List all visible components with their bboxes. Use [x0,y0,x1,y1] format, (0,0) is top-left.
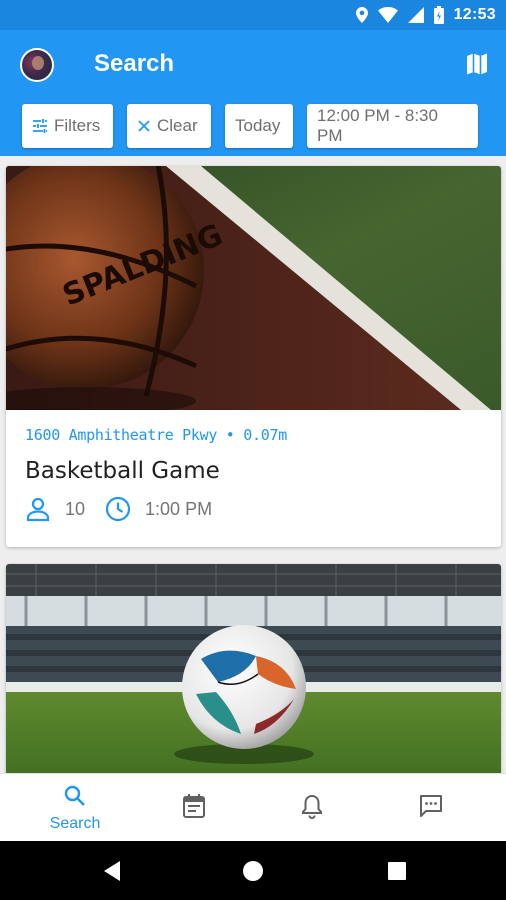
close-icon [137,119,151,133]
nav-search[interactable]: Search [30,774,120,842]
filters-label: Filters [54,116,101,135]
nav-notifications[interactable] [267,774,357,842]
page-title: Search [94,50,175,77]
bottom-navigation: Search [0,773,506,841]
date-filter-button[interactable]: Today [225,104,293,148]
nav-calendar[interactable] [149,774,239,842]
card-body: 1600 Amphitheatre Pkwy • 0.07m Basketbal… [6,410,501,522]
battery-icon [433,6,444,24]
tune-icon [32,118,48,134]
bell-icon [300,793,324,824]
event-title: Basketball Game [25,458,220,484]
person-icon [25,496,51,522]
player-count: 10 [65,498,86,519]
app-screen: 12:53 Search Filters Clear Today 12:00 P… [0,0,506,900]
clock-icon [105,496,131,522]
back-icon[interactable] [100,859,124,883]
nav-messages[interactable] [386,774,476,842]
event-card[interactable]: SPALDING 1600 Amphitheatre Pkwy • 0.07m … [6,166,501,547]
status-time: 12:53 [453,6,496,23]
search-icon [63,784,87,813]
status-bar: 12:53 [0,0,506,30]
system-navigation-bar [0,841,506,900]
recents-icon[interactable] [385,859,409,883]
soccer-image [6,564,501,773]
location-icon [355,7,368,23]
time-range-button[interactable]: 12:00 PM - 8:30 PM [307,104,478,148]
event-time: 1:00 PM [145,498,213,519]
avatar-face [32,56,44,70]
clear-button[interactable]: Clear [127,104,211,148]
clear-label: Clear [157,116,198,135]
avatar[interactable] [20,48,54,82]
event-meta: 10 1:00 PM [25,496,482,522]
date-filter-label: Today [235,116,281,135]
event-address: 1600 Amphitheatre Pkwy • 0.07m [25,426,287,444]
map-icon[interactable] [464,51,490,77]
event-feed[interactable]: SPALDING 1600 Amphitheatre Pkwy • 0.07m … [0,156,506,773]
filter-chip-row: Filters Clear Today 12:00 PM - 8:30 PM [22,104,478,148]
time-range-label: 12:00 PM - 8:30 PM [317,106,438,145]
event-card[interactable] [6,564,501,773]
app-bar: Search Filters Clear Today 12:00 PM - 8:… [0,30,506,156]
basketball-image: SPALDING [6,166,501,410]
wifi-icon [377,7,398,23]
nav-search-label: Search [49,814,101,832]
signal-icon [407,7,424,23]
chat-icon [418,793,444,824]
calendar-icon [182,793,206,824]
home-icon[interactable] [241,859,265,883]
filters-button[interactable]: Filters [22,104,113,148]
